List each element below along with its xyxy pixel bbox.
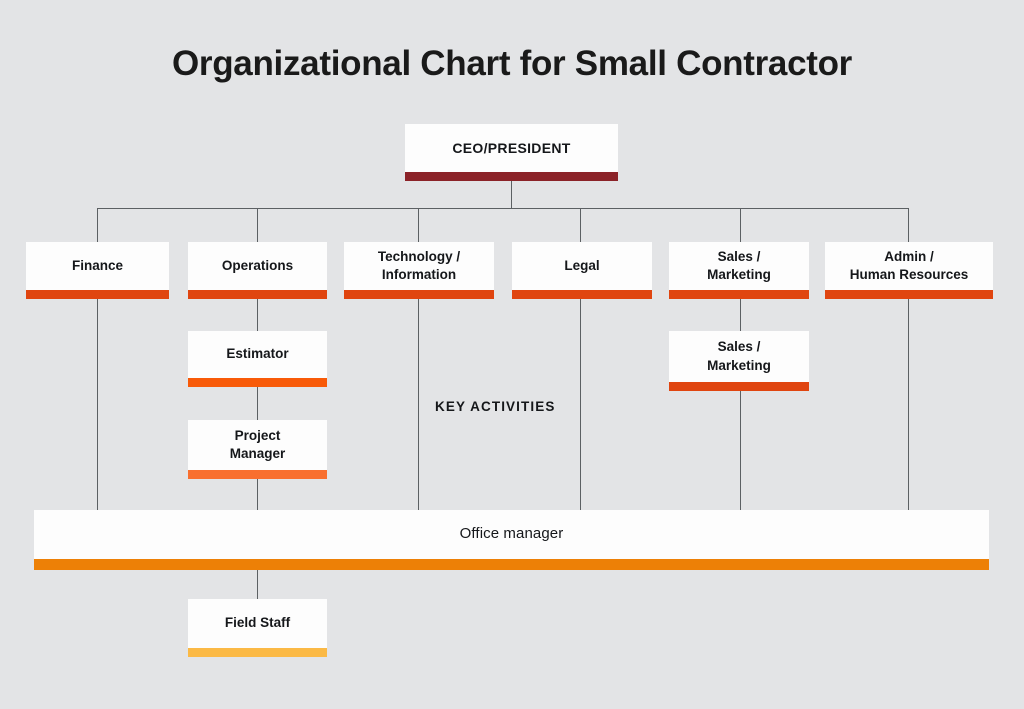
connector-drop-operations <box>257 208 259 242</box>
node-project-manager-label: Project Manager <box>229 427 286 461</box>
node-admin-human-resources[interactable]: Admin / Human Resources <box>825 242 993 299</box>
node-technology-information-label: Technology / Information <box>377 248 461 282</box>
node-legal-body: Legal <box>512 242 652 290</box>
node-legal[interactable]: Legal <box>512 242 652 299</box>
node-ceo-label: CEO/PRESIDENT <box>452 139 571 156</box>
connector-horizontal-bus <box>97 208 909 210</box>
node-sales-marketing-sub-label: Sales / Marketing <box>707 339 771 373</box>
node-field-staff-body: Field Staff <box>188 599 327 648</box>
node-operations-label: Operations <box>221 257 294 273</box>
node-project-manager-body: Project Manager <box>188 420 327 470</box>
node-technology-information[interactable]: Technology / Information <box>344 242 494 299</box>
node-estimator[interactable]: Estimator <box>188 331 327 387</box>
node-office-manager-label: Office manager <box>459 525 564 543</box>
node-operations[interactable]: Operations <box>188 242 327 299</box>
connector-drop-sales <box>740 208 742 242</box>
node-finance-body: Finance <box>26 242 169 290</box>
node-sales-marketing-label: Sales / Marketing <box>707 248 771 282</box>
node-field-staff-accent-bar <box>188 648 327 657</box>
key-activities-caption: KEY ACTIVITIES <box>435 399 556 414</box>
node-technology-information-accent-bar <box>344 290 494 299</box>
node-operations-body: Operations <box>188 242 327 290</box>
connector-ceo-stem <box>511 181 513 209</box>
node-project-manager-accent-bar <box>188 470 327 479</box>
node-operations-accent-bar <box>188 290 327 299</box>
node-ceo-president[interactable]: CEO/PRESIDENT <box>405 124 618 181</box>
node-sales-marketing-sub[interactable]: Sales / Marketing <box>669 331 809 391</box>
node-sales-marketing-sub-accent-bar <box>669 382 809 391</box>
node-estimator-accent-bar <box>188 378 327 387</box>
node-legal-accent-bar <box>512 290 652 299</box>
org-chart-canvas: Organizational Chart for Small Contracto… <box>0 0 1024 709</box>
connector-operations-to-estimator <box>257 299 259 331</box>
node-office-manager[interactable]: Office manager <box>34 510 989 570</box>
connector-estimator-to-project-manager <box>257 387 259 420</box>
page-title: Organizational Chart for Small Contracto… <box>171 44 852 83</box>
node-finance-accent-bar <box>26 290 169 299</box>
node-ceo-body: CEO/PRESIDENT <box>405 124 618 172</box>
node-estimator-body: Estimator <box>188 331 327 378</box>
node-ceo-accent-bar <box>405 172 618 181</box>
connector-sales-sub-to-office <box>740 391 742 510</box>
node-field-staff-label: Field Staff <box>224 615 291 631</box>
connector-office-to-field-staff <box>257 570 259 599</box>
node-field-staff[interactable]: Field Staff <box>188 599 327 657</box>
connector-sales-to-sales-sub <box>740 299 742 331</box>
node-finance-label: Finance <box>71 257 123 273</box>
node-admin-human-resources-accent-bar <box>825 290 993 299</box>
node-technology-information-body: Technology / Information <box>344 242 494 290</box>
node-sales-marketing-body: Sales / Marketing <box>669 242 809 290</box>
connector-project-manager-to-office <box>257 479 259 510</box>
node-office-manager-body: Office manager <box>34 510 989 559</box>
node-sales-marketing[interactable]: Sales / Marketing <box>669 242 809 299</box>
node-admin-human-resources-body: Admin / Human Resources <box>825 242 993 290</box>
node-estimator-label: Estimator <box>226 346 289 362</box>
node-legal-label: Legal <box>564 257 600 273</box>
node-sales-marketing-sub-body: Sales / Marketing <box>669 331 809 382</box>
node-admin-human-resources-label: Admin / Human Resources <box>849 248 969 282</box>
node-sales-marketing-accent-bar <box>669 290 809 299</box>
node-project-manager[interactable]: Project Manager <box>188 420 327 479</box>
node-office-manager-accent-bar <box>34 559 989 570</box>
node-finance[interactable]: Finance <box>26 242 169 299</box>
